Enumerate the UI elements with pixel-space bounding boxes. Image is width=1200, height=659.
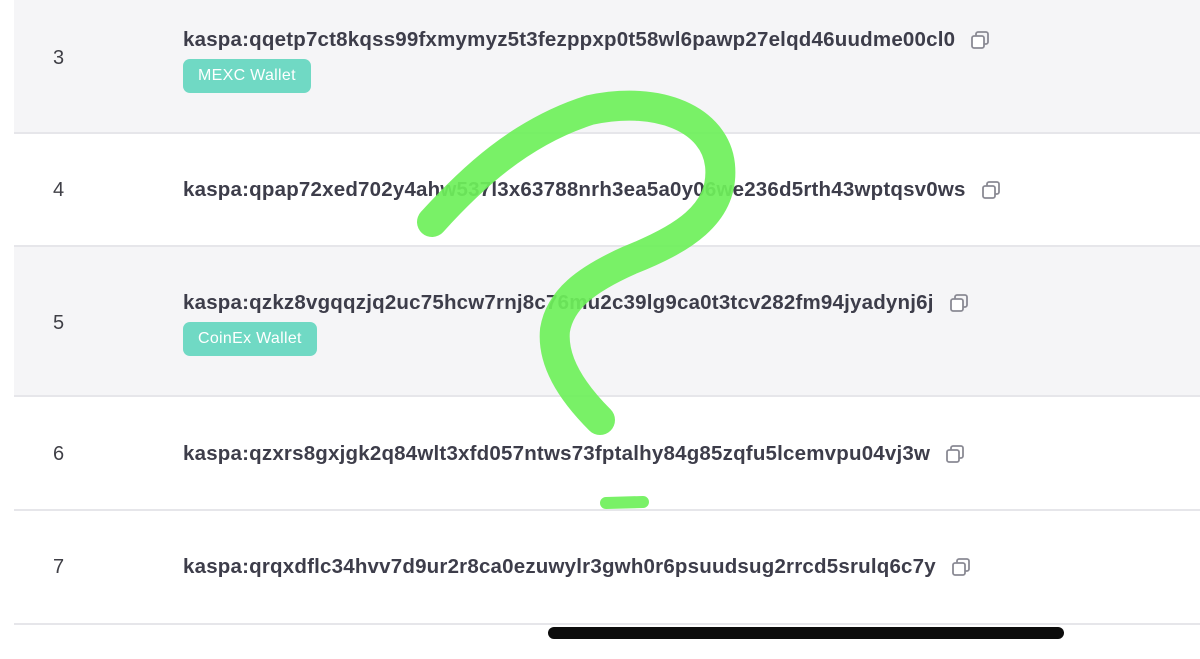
copy-icon[interactable]: [980, 179, 1002, 201]
wallet-address-link[interactable]: kaspa:qrqxdflc34hvv7d9ur2r8ca0ezuwylr3gw…: [183, 556, 936, 578]
home-indicator[interactable]: [548, 627, 1064, 639]
copy-icon[interactable]: [950, 556, 972, 578]
address-cell: kaspa:qzxrs8gxjgk2q84wlt3xfd057ntws73fpt…: [183, 443, 966, 465]
wallet-tag-badge[interactable]: MEXC Wallet: [183, 59, 311, 93]
wallet-address-link[interactable]: kaspa:qpap72xed702y4ahw537l3x63788nrh3ea…: [183, 179, 966, 201]
rank-number: 4: [53, 179, 65, 201]
wallet-tag-badge[interactable]: CoinEx Wallet: [183, 322, 317, 356]
address-cell: kaspa:qrqxdflc34hvv7d9ur2r8ca0ezuwylr3gw…: [183, 556, 972, 578]
address-cell: kaspa:qpap72xed702y4ahw537l3x63788nrh3ea…: [183, 179, 1002, 201]
table-row: 4 kaspa:qpap72xed702y4ahw537l3x63788nrh3…: [14, 134, 1200, 247]
rank-number: 6: [53, 443, 65, 465]
address-cell: kaspa:qqetp7ct8kqss99fxmymyz5t3fezppxp0t…: [183, 29, 991, 51]
copy-icon[interactable]: [944, 443, 966, 465]
wallet-address-link[interactable]: kaspa:qqetp7ct8kqss99fxmymyz5t3fezppxp0t…: [183, 29, 955, 51]
rank-number: 5: [53, 312, 65, 334]
rank-number: 3: [53, 47, 65, 69]
wallet-address-link[interactable]: kaspa:qzxrs8gxjgk2q84wlt3xfd057ntws73fpt…: [183, 443, 930, 465]
address-cell: kaspa:qzkz8vgqqzjq2uc75hcw7rnj8c76mu2c39…: [183, 292, 970, 314]
table-row: 6 kaspa:qzxrs8gxjgk2q84wlt3xfd057ntws73f…: [14, 397, 1200, 511]
copy-icon[interactable]: [948, 292, 970, 314]
wallet-address-link[interactable]: kaspa:qzkz8vgqqzjq2uc75hcw7rnj8c76mu2c39…: [183, 292, 934, 314]
table-row: 3 kaspa:qqetp7ct8kqss99fxmymyz5t3fezppxp…: [14, 0, 1200, 134]
table-row: 7 kaspa:qrqxdflc34hvv7d9ur2r8ca0ezuwylr3…: [14, 511, 1200, 625]
table-row: 5 kaspa:qzkz8vgqqzjq2uc75hcw7rnj8c76mu2c…: [14, 247, 1200, 397]
copy-icon[interactable]: [969, 29, 991, 51]
rank-number: 7: [53, 556, 65, 578]
